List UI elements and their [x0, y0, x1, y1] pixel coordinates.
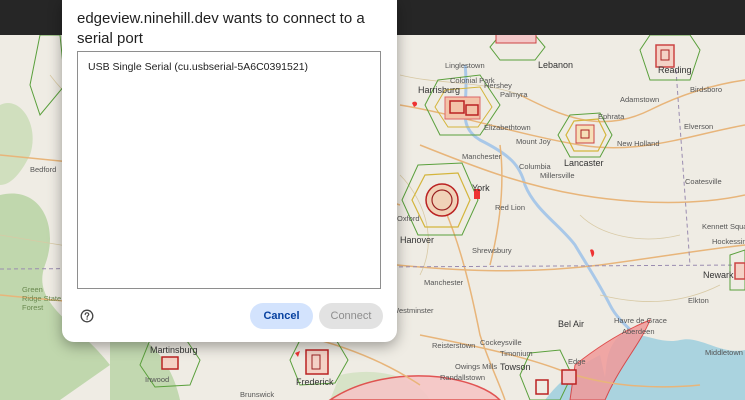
map-label: Martinsburg	[150, 345, 198, 355]
help-circle-icon[interactable]	[80, 309, 94, 323]
cancel-button[interactable]: Cancel	[250, 303, 313, 329]
hex-cluster-lebanon	[489, 35, 546, 61]
map-label: Mount Joy	[516, 137, 551, 146]
map-label: Green Ridge State Forest	[22, 285, 62, 312]
map-label: Edge	[568, 357, 586, 366]
map-label: Harrisburg	[418, 85, 461, 95]
map-label: Ephrata	[598, 112, 625, 121]
hex-cluster-york	[401, 162, 480, 236]
map-label: Lebanon	[538, 60, 574, 70]
map-label: Linglestown	[445, 61, 485, 70]
map-label: York	[472, 183, 490, 193]
map-label: Elizabethtown	[484, 123, 531, 132]
map-label: Westminster	[392, 306, 434, 315]
map-label: Aberdeen	[622, 327, 655, 336]
map-label: Millersville	[540, 171, 575, 180]
map-label: Middletown	[705, 348, 743, 357]
map-label: Towson	[500, 362, 531, 372]
map-label: Lancaster	[564, 158, 604, 168]
terrain-forest	[0, 103, 33, 185]
map-label: Hershey	[484, 81, 512, 90]
map-label: Randallstown	[440, 373, 486, 382]
map-label: Havre de Grace	[614, 316, 667, 325]
map-label: Elkton	[688, 296, 709, 305]
map-label: Palmyra	[500, 90, 528, 99]
map-label: Reading	[658, 65, 692, 75]
map-label: Adamstown	[620, 95, 660, 104]
map-label: Birdsboro	[690, 85, 723, 94]
serial-port-list[interactable]: USB Single Serial (cu.usbserial-5A6C0391…	[77, 51, 381, 289]
map-label: Reisterstown	[432, 341, 476, 350]
map-label: Manchester	[424, 278, 464, 287]
map-label: Oxford	[397, 214, 420, 223]
map-label: New Holland	[617, 139, 660, 148]
map-label: Coatesville	[685, 177, 722, 186]
hex-cluster-bedford	[29, 35, 66, 117]
map-label: Cockeysville	[480, 338, 522, 347]
map-label: Inwood	[145, 375, 170, 384]
map-label: Owings Mills	[455, 362, 498, 371]
map-label: Red Lion	[495, 203, 526, 212]
map-label: Hockessin	[712, 237, 745, 246]
map-label: Bel Air	[558, 319, 585, 329]
map-label: Brunswick	[240, 390, 275, 399]
map-label: Newark	[703, 270, 734, 280]
connect-button[interactable]: Connect	[319, 303, 383, 329]
dialog-title: edgeview.ninehill.dev wants to connect t…	[77, 10, 365, 47]
map-label: Columbia	[519, 162, 551, 171]
map-label: Elverson	[684, 122, 714, 131]
map-label: Bedford	[30, 165, 57, 174]
map-label: Manchester	[462, 152, 502, 161]
map-label: Hanover	[400, 235, 435, 245]
serial-port-dialog: edgeview.ninehill.dev wants to connect t…	[62, 0, 397, 342]
map-label: Frederick	[296, 377, 334, 387]
map-label: Kennett Squa	[702, 222, 745, 231]
map-label: Timonium	[500, 349, 533, 358]
serial-port-option[interactable]: USB Single Serial (cu.usbserial-5A6C0391…	[88, 61, 308, 73]
map-label: Shrewsbury	[472, 246, 512, 255]
